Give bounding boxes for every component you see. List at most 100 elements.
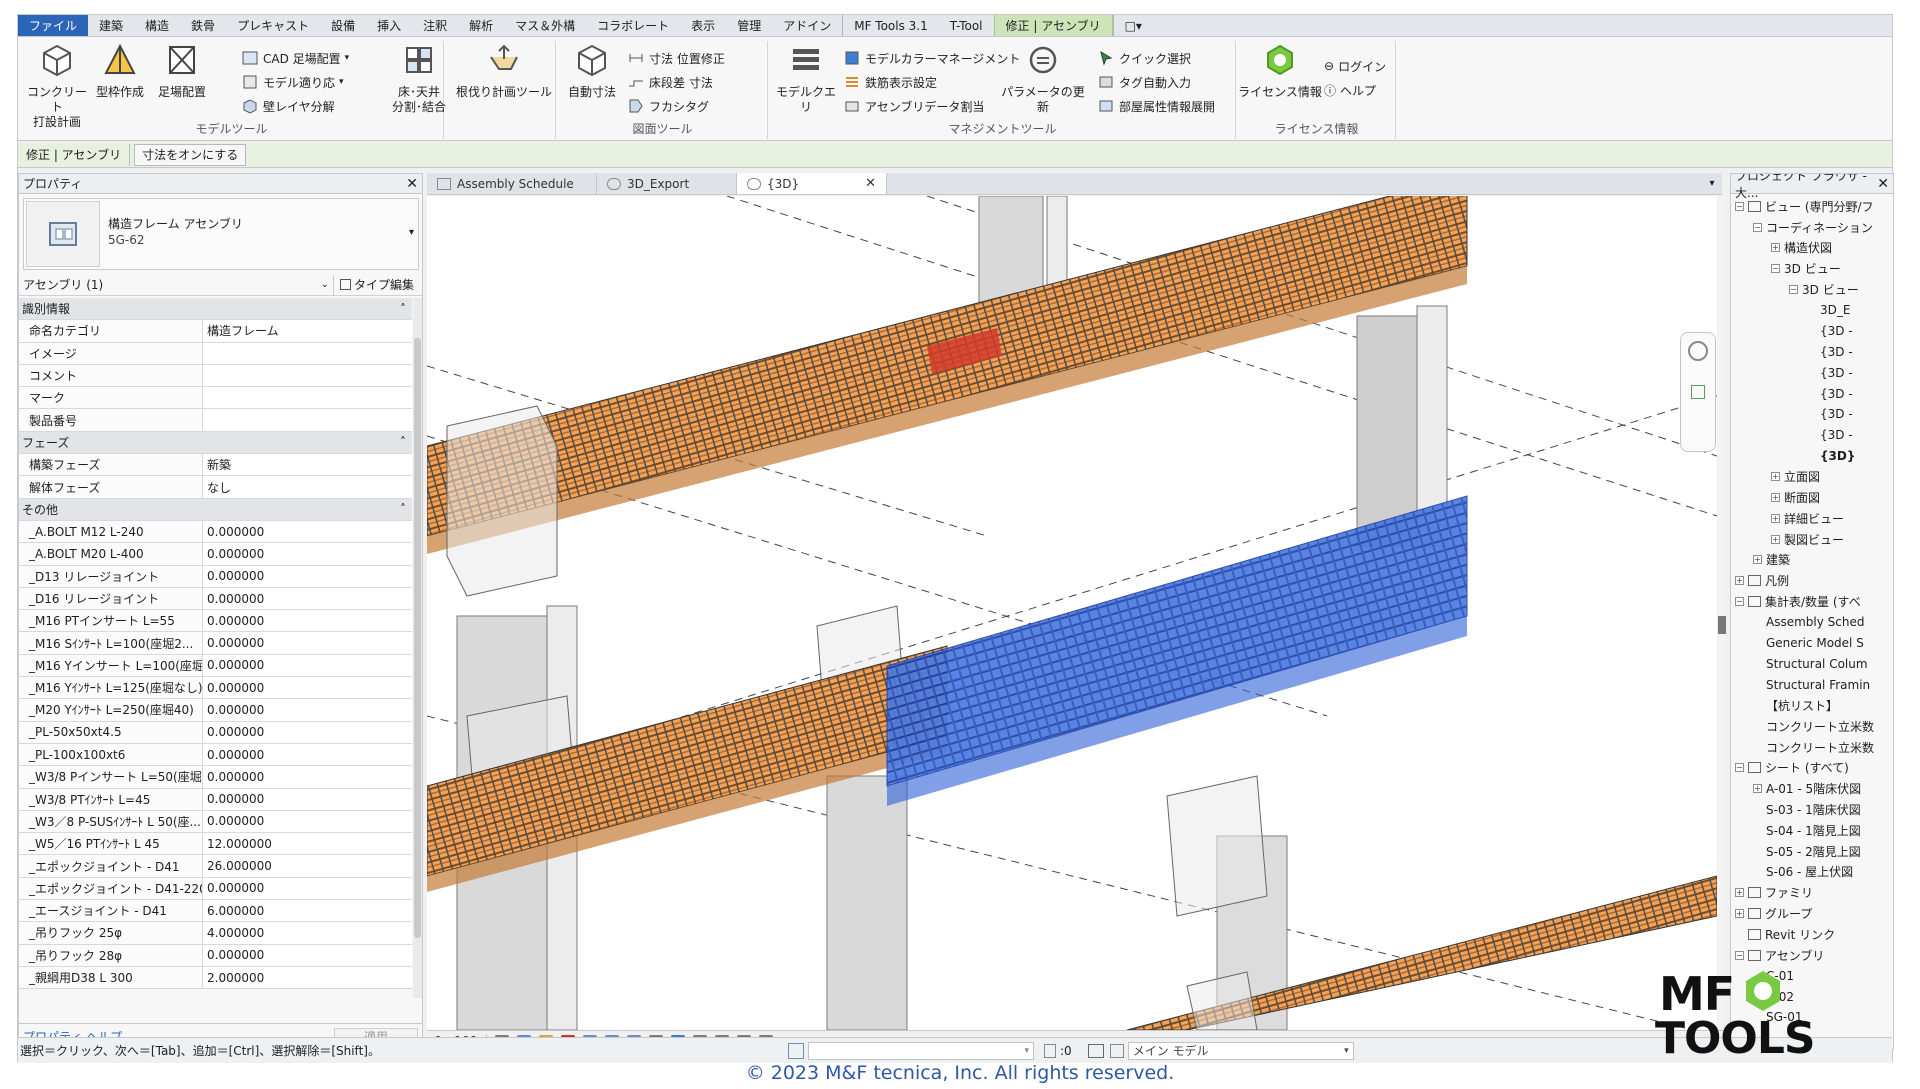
ribbon-tab[interactable]: コラボレート: [586, 15, 680, 36]
scroll-thumb[interactable]: [414, 338, 421, 938]
property-row[interactable]: _W3/8 Pインサート L=50(座堀... 0.000000: [19, 766, 412, 789]
tab-assembly-schedule[interactable]: Assembly Schedule: [427, 173, 597, 194]
ribbon-tab[interactable]: MF Tools 3.1: [842, 15, 939, 36]
browser-item[interactable]: + 詳細ビュー: [1731, 508, 1893, 529]
property-row[interactable]: _PL-50x50xt4.5 0.000000: [19, 721, 412, 744]
browser-item[interactable]: Structural Framin: [1731, 674, 1893, 695]
formwork-button[interactable]: 型枠作成: [92, 43, 148, 100]
tag-auto-button[interactable]: タグ自動入力: [1098, 71, 1191, 93]
collapse-icon[interactable]: −: [1735, 597, 1744, 607]
property-value[interactable]: 0.000000: [203, 944, 412, 966]
property-row[interactable]: _吊りフック 28φ 0.000000: [19, 944, 412, 967]
login-button[interactable]: ⊖ ログイン: [1324, 55, 1386, 77]
browser-item[interactable]: + 構造伏図: [1731, 238, 1893, 259]
property-row[interactable]: イメージ: [19, 342, 412, 365]
ribbon-tab[interactable]: 設備: [320, 15, 366, 36]
filter-icon[interactable]: [1109, 1043, 1124, 1058]
property-group[interactable]: その他 ˄: [19, 498, 412, 521]
property-value[interactable]: 6.000000: [203, 900, 412, 922]
properties-scrollbar[interactable]: [413, 298, 422, 998]
browser-item[interactable]: {3D -: [1731, 383, 1893, 404]
browser-item[interactable]: − 集計表/数量 (すべ: [1731, 591, 1893, 612]
property-row[interactable]: コメント: [19, 364, 412, 388]
expand-icon[interactable]: +: [1753, 784, 1762, 794]
property-value[interactable]: 0.000000: [203, 565, 412, 587]
ribbon-tab[interactable]: 管理: [726, 15, 772, 36]
browser-item[interactable]: {3D -: [1731, 321, 1893, 342]
ribbon-tab[interactable]: 表示: [680, 15, 726, 36]
model-query-button[interactable]: モデルクエリ: [772, 43, 840, 115]
property-value[interactable]: 0.000000: [203, 654, 412, 677]
browser-item[interactable]: − コーディネーション: [1731, 217, 1893, 238]
property-row[interactable]: マーク: [19, 387, 412, 410]
property-group[interactable]: フェーズ ˄: [19, 431, 412, 455]
property-value[interactable]: 0.000000: [203, 587, 412, 610]
ribbon-tab[interactable]: 鉄骨: [180, 15, 226, 36]
design-model-dropdown[interactable]: メイン モデル ▾: [1127, 1041, 1354, 1060]
quick-select-button[interactable]: クイック選択: [1098, 47, 1191, 69]
root-plan-button[interactable]: 根伐り計画ツール: [456, 43, 552, 100]
close-icon[interactable]: ✕: [1877, 176, 1889, 192]
tab-3d[interactable]: {3D} ✕: [737, 173, 887, 194]
property-row[interactable]: _D13 リレージョイント 0.000000: [19, 565, 412, 588]
property-row[interactable]: _エポックジョイント - D41 26.000000: [19, 855, 412, 878]
expand-icon[interactable]: +: [1771, 534, 1780, 544]
property-value[interactable]: 0.000000: [203, 520, 412, 543]
property-row[interactable]: _W5／16 PTｲﾝｻｰﾄ L 45 12.000000: [19, 833, 412, 856]
property-row[interactable]: _A.BOLT M12 L-240 0.000000: [19, 520, 412, 544]
model-color-button[interactable]: モデルカラーマネージメント: [844, 47, 1020, 69]
browser-item[interactable]: {3D -: [1731, 342, 1893, 363]
browser-item[interactable]: {3D -: [1731, 404, 1893, 425]
collapse-icon[interactable]: −: [1789, 285, 1798, 295]
property-row[interactable]: _M16 Yｲﾝｻｰﾄ L=125(座堀なし) 0.000000: [19, 677, 412, 700]
property-value[interactable]: なし: [203, 476, 412, 498]
property-row[interactable]: _D16 リレージョイント 0.000000: [19, 587, 412, 611]
browser-item[interactable]: {3D -: [1731, 362, 1893, 383]
property-row[interactable]: _W3/8 PTｲﾝｻｰﾄ L=45 0.000000: [19, 788, 412, 811]
browser-item[interactable]: −3D ビュー: [1731, 258, 1893, 279]
browser-item[interactable]: コンクリート立米数: [1731, 716, 1893, 737]
dimension-on-button[interactable]: 寸法をオンにする: [134, 143, 247, 166]
property-row[interactable]: _A.BOLT M20 L-400 0.000000: [19, 543, 412, 566]
ribbon-tab[interactable]: 修正 | アセンブリ: [993, 15, 1113, 36]
room-attr-button[interactable]: 部屋属性情報展開: [1098, 95, 1215, 117]
ribbon-tab[interactable]: マス＆外構: [504, 15, 586, 36]
close-icon[interactable]: ✕: [406, 176, 418, 192]
property-row[interactable]: _エースジョイント - D41 6.000000: [19, 900, 412, 923]
3d-viewport[interactable]: [427, 196, 1717, 1030]
navigation-bar[interactable]: [1680, 332, 1716, 452]
property-value[interactable]: 0.000000: [203, 810, 412, 833]
browser-item[interactable]: + 凡例: [1731, 570, 1893, 591]
property-value[interactable]: 0.000000: [203, 699, 412, 721]
ribbon-tab[interactable]: ファイル: [18, 15, 89, 36]
property-value[interactable]: 0.000000: [203, 677, 412, 699]
view-scrollbar[interactable]: [1718, 196, 1726, 1030]
workset-dropdown[interactable]: ▾: [808, 1041, 1034, 1060]
collapse-icon[interactable]: −: [1735, 201, 1744, 211]
ribbon-tab[interactable]: 建築: [88, 15, 134, 36]
property-value[interactable]: 0.000000: [203, 743, 412, 766]
collapse-icon[interactable]: −: [1771, 264, 1780, 274]
ribbon-tab[interactable]: 構造: [134, 15, 180, 36]
browser-item[interactable]: − シート (すべて): [1731, 758, 1893, 779]
property-value[interactable]: 4.000000: [203, 922, 412, 944]
tab-3d-export[interactable]: 3D_Export: [597, 173, 737, 194]
property-row[interactable]: 命名カテゴリ 構造フレーム: [19, 320, 412, 343]
browser-item[interactable]: + 立面図: [1731, 466, 1893, 487]
property-row[interactable]: _M16 PTインサート L=55 0.000000: [19, 610, 412, 633]
edit-type-button[interactable]: タイプ編集: [334, 276, 414, 293]
property-row[interactable]: _エポックジョイント - D41-220 0.000000: [19, 877, 412, 901]
ribbon-tab[interactable]: 注釈: [412, 15, 458, 36]
design-options-icon[interactable]: [1087, 1043, 1104, 1058]
property-row[interactable]: 製品番号: [19, 409, 412, 432]
browser-item[interactable]: コンクリート立米数: [1731, 737, 1893, 758]
property-value[interactable]: [203, 342, 412, 364]
wall-layer-button[interactable]: 壁レイヤ分解: [242, 95, 335, 117]
fukashi-tag-button[interactable]: フカシタグ: [628, 95, 709, 117]
ribbon-tab[interactable]: アドイン: [772, 15, 842, 36]
steering-wheel-icon[interactable]: [1688, 341, 1708, 361]
browser-item[interactable]: S-04 - 1階見上図: [1731, 820, 1893, 841]
property-value[interactable]: 12.000000: [203, 833, 412, 855]
expand-icon[interactable]: +: [1735, 888, 1744, 898]
param-update-button[interactable]: パラメータの更新: [1000, 43, 1086, 115]
